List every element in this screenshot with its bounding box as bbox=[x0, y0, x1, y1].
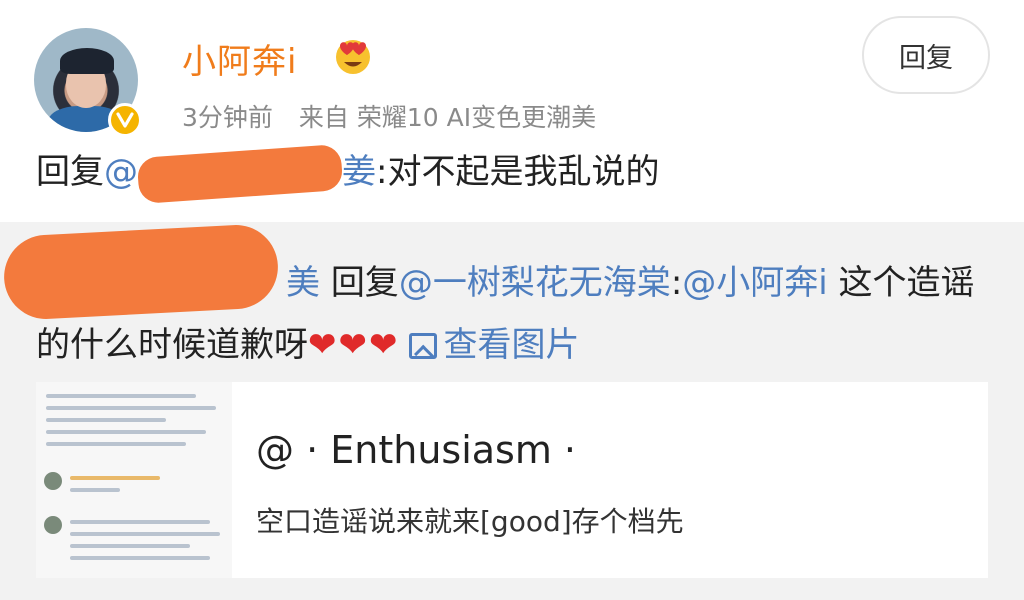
quoted-name-tail[interactable]: 美 bbox=[286, 263, 320, 303]
avatar-hair bbox=[60, 48, 114, 74]
reply-prefix: 回复 bbox=[36, 152, 104, 192]
comment-text: :对不起是我乱说的 bbox=[376, 152, 660, 192]
hearts-emoji: ❤❤❤ bbox=[308, 325, 400, 365]
verified-badge-icon bbox=[108, 103, 142, 137]
quoted-reply-text: 美 回复@一树梨花无海棠:@小阿奔i 这个造谣的什么时候道歉呀❤❤❤ 查看图片 bbox=[36, 252, 986, 376]
reply-word: 回复 bbox=[330, 263, 399, 303]
post-meta: 3分钟前 来自 荣耀10 AI变色更潮美 bbox=[182, 98, 596, 134]
comment-content: 回复@ 姜:对不起是我乱说的 bbox=[36, 143, 660, 204]
view-image-label: 查看图片 bbox=[443, 325, 580, 365]
mention-link-tail[interactable]: 姜 bbox=[342, 152, 376, 192]
colon: : bbox=[670, 263, 683, 303]
username[interactable]: 小阿奔i bbox=[182, 34, 297, 83]
redaction-mark bbox=[136, 143, 344, 204]
mention-link-start[interactable]: @ bbox=[104, 152, 138, 192]
view-image-link[interactable]: 查看图片 bbox=[409, 325, 579, 365]
quoted-reply: 美 回复@一树梨花无海棠:@小阿奔i 这个造谣的什么时候道歉呀❤❤❤ 查看图片 @… bbox=[0, 222, 1024, 600]
heart-eyes-emoji-icon bbox=[332, 36, 374, 76]
card-title: @ · Enthusiasm · bbox=[256, 428, 577, 472]
mention-link-1[interactable]: @一树梨花无海棠 bbox=[399, 263, 671, 303]
post-time: 3分钟前 bbox=[182, 103, 273, 132]
card-description: 空口造谣说来就来[good]存个档先 bbox=[256, 505, 684, 538]
image-icon bbox=[409, 333, 438, 359]
link-card[interactable]: @ · Enthusiasm · 空口造谣说来就来[good]存个档先 bbox=[36, 382, 988, 578]
post-source[interactable]: 来自 荣耀10 AI变色更潮美 bbox=[299, 103, 596, 132]
comment-post: 小阿奔i 3分钟前 来自 荣耀10 AI变色更潮美 回复 回复@ 姜:对不起是我乱说… bbox=[0, 0, 1024, 222]
mention-link-2[interactable]: @小阿奔i bbox=[682, 263, 827, 303]
card-thumbnail bbox=[36, 382, 232, 578]
reply-button[interactable]: 回复 bbox=[862, 16, 990, 94]
